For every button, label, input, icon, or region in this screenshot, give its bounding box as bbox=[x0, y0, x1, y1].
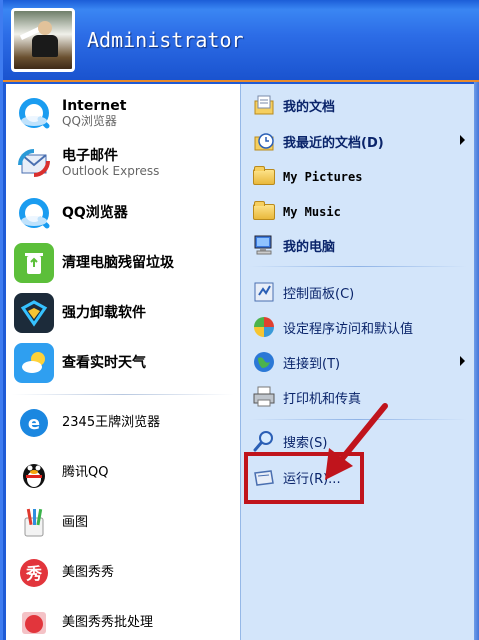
menu-item-tencent-qq[interactable]: 腾讯QQ bbox=[6, 448, 240, 498]
menu-item-paint[interactable]: 画图 bbox=[6, 498, 240, 548]
menu-item-meitu[interactable]: 秀 美图秀秀 bbox=[6, 548, 240, 598]
divider bbox=[12, 394, 234, 395]
menu-item-qq-browser[interactable]: QQ浏览器 bbox=[6, 188, 240, 238]
menu-item-label: 搜索(S) bbox=[283, 435, 328, 451]
menu-item-label: 我最近的文档(D) bbox=[283, 135, 384, 151]
qq-browser-icon bbox=[14, 93, 54, 133]
recycle-bin-icon bbox=[14, 243, 54, 283]
menu-item-my-pictures[interactable]: My Pictures bbox=[241, 162, 475, 192]
menu-item-recent-documents[interactable]: 我最近的文档(D) bbox=[241, 126, 475, 156]
menu-item-my-computer[interactable]: 我的电脑 bbox=[241, 230, 475, 260]
submenu-arrow-icon bbox=[460, 135, 465, 145]
menu-item-label: 打印机和传真 bbox=[283, 391, 362, 407]
divider bbox=[249, 419, 467, 420]
places-pane: 我的文档 我最近的文档(D) My Pictures My Music 我的电脑 bbox=[240, 84, 474, 640]
menu-item-connect-to[interactable]: 连接到(T) bbox=[241, 347, 475, 377]
menu-item-label: 查看实时天气 bbox=[62, 355, 146, 371]
program-defaults-icon bbox=[251, 314, 277, 340]
pinned-programs-pane: Internet QQ浏览器 电子邮件 Outlook Express QQ浏览… bbox=[6, 84, 240, 640]
qq-browser-icon bbox=[14, 193, 54, 233]
menu-item-label: 清理电脑残留垃圾 bbox=[62, 255, 174, 271]
search-icon bbox=[251, 428, 277, 454]
divider bbox=[249, 266, 467, 267]
menu-item-label: 强力卸载软件 bbox=[62, 305, 146, 321]
menu-item-internet[interactable]: Internet QQ浏览器 bbox=[6, 88, 240, 138]
menu-item-sublabel: QQ浏览器 bbox=[62, 114, 117, 128]
menu-item-label: 画图 bbox=[62, 515, 89, 530]
menu-item-clean-junk[interactable]: 清理电脑残留垃圾 bbox=[6, 238, 240, 288]
outlook-express-icon bbox=[14, 143, 54, 183]
qq-penguin-icon bbox=[14, 453, 54, 493]
user-avatar[interactable] bbox=[11, 8, 75, 72]
uninstaller-icon bbox=[14, 293, 54, 333]
annotation-highlight-box bbox=[244, 452, 364, 504]
menu-item-label: 腾讯QQ bbox=[62, 465, 109, 480]
my-computer-icon bbox=[251, 232, 277, 258]
paint-icon bbox=[14, 503, 54, 543]
menu-item-label: 连接到(T) bbox=[283, 356, 341, 372]
menu-item-label: QQ浏览器 bbox=[62, 205, 128, 221]
folder-icon bbox=[251, 199, 277, 225]
meitu-icon: 秀 bbox=[14, 553, 54, 593]
menu-item-label: 美图秀秀 bbox=[62, 565, 115, 580]
menu-item-label: 我的文档 bbox=[283, 99, 336, 115]
weather-icon bbox=[14, 343, 54, 383]
control-panel-icon bbox=[251, 279, 277, 305]
printer-icon bbox=[251, 384, 277, 410]
start-menu-header: Administrator bbox=[3, 0, 479, 82]
menu-right-border bbox=[474, 82, 479, 640]
svg-text:秀: 秀 bbox=[25, 564, 42, 583]
menu-item-label: 控制面板(C) bbox=[283, 286, 355, 302]
menu-item-label: My Pictures bbox=[283, 170, 363, 184]
menu-item-program-defaults[interactable]: 设定程序访问和默认值 bbox=[241, 312, 475, 342]
folder-icon bbox=[251, 164, 277, 190]
menu-item-my-music[interactable]: My Music bbox=[241, 197, 475, 227]
menu-item-label: 美图秀秀批处理 bbox=[62, 615, 154, 630]
connect-to-icon bbox=[251, 349, 277, 375]
menu-item-label: 设定程序访问和默认值 bbox=[283, 321, 414, 337]
menu-item-label: 电子邮件 bbox=[62, 148, 118, 164]
menu-item-email[interactable]: 电子邮件 Outlook Express bbox=[6, 138, 240, 188]
start-menu: Administrator Internet QQ浏览器 电子邮件 Outloo… bbox=[0, 0, 479, 640]
menu-item-weather[interactable]: 查看实时天气 bbox=[6, 338, 240, 388]
menu-item-uninstaller[interactable]: 强力卸载软件 bbox=[6, 288, 240, 338]
svg-text:e: e bbox=[28, 413, 40, 434]
menu-item-label: My Music bbox=[283, 205, 341, 219]
menu-item-label: 我的电脑 bbox=[283, 239, 336, 255]
browser-2345-icon: e bbox=[14, 403, 54, 443]
user-name: Administrator bbox=[87, 28, 244, 52]
menu-item-2345-browser[interactable]: e 2345王牌浏览器 bbox=[6, 398, 240, 448]
menu-item-label: 2345王牌浏览器 bbox=[62, 415, 161, 430]
recent-documents-icon bbox=[251, 128, 277, 154]
menu-item-printers-faxes[interactable]: 打印机和传真 bbox=[241, 382, 475, 412]
my-documents-icon bbox=[251, 92, 277, 118]
menu-item-sublabel: Outlook Express bbox=[62, 164, 160, 178]
meitu-batch-icon bbox=[14, 603, 54, 640]
menu-item-control-panel[interactable]: 控制面板(C) bbox=[241, 277, 475, 307]
menu-item-meitu-batch[interactable]: 美图秀秀批处理 bbox=[6, 598, 240, 640]
submenu-arrow-icon bbox=[460, 356, 465, 366]
menu-item-my-documents[interactable]: 我的文档 bbox=[241, 90, 475, 120]
menu-item-label: Internet bbox=[62, 98, 127, 114]
